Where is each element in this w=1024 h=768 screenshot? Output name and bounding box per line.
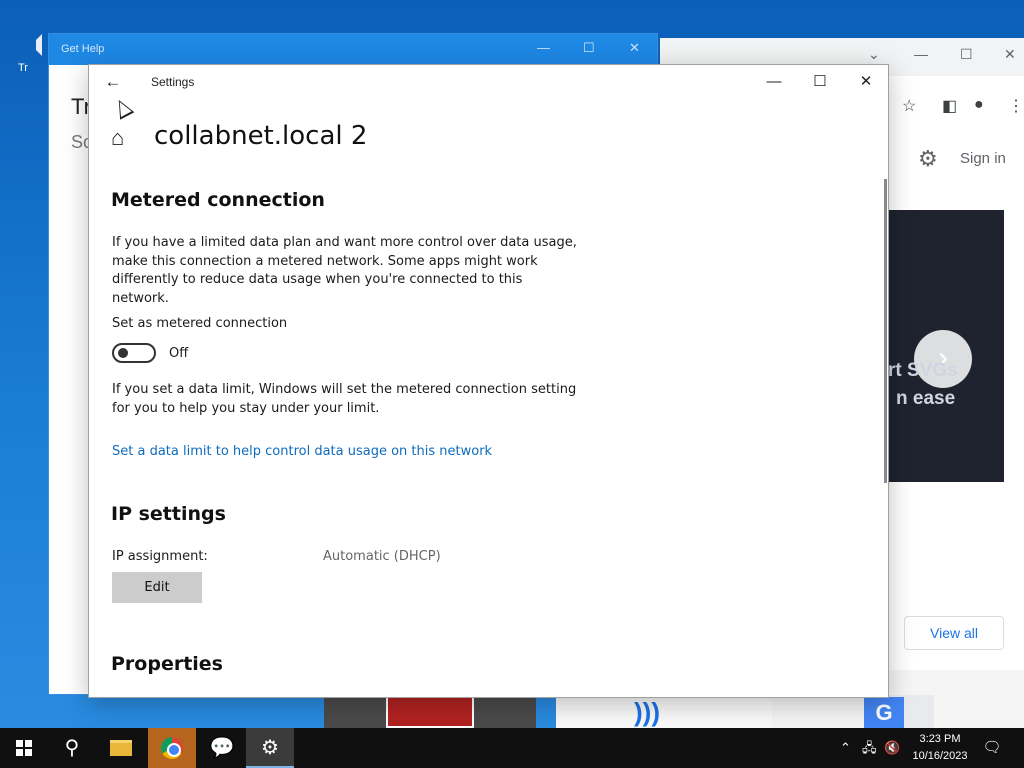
taskbar: ⚲ 💬 ⚙ ⌃ 🖧 🔇 3:23 PM 10/16/2023 🗨 [0,728,1024,768]
get-help-title: Get Help [61,43,105,55]
maximize-icon[interactable]: ☐ [960,46,973,63]
signal-waves-icon: ))) [634,697,660,727]
scrollbar[interactable] [884,179,887,483]
recycle-bin-icon [20,34,42,56]
toggle-knob [118,348,128,358]
home-icon[interactable]: ⌂ [111,125,124,151]
clock-time: 3:23 PM [919,733,961,745]
maximize-icon[interactable]: ☐ [583,40,595,56]
back-arrow-icon[interactable]: ← [99,71,127,93]
metered-toggle-label: Set as metered connection [112,316,288,331]
settings-taskbar-button[interactable]: ⚙ [246,728,294,768]
chevron-down-icon[interactable]: ⌄ [868,46,880,63]
start-button[interactable] [0,728,48,768]
gear-icon: ⚙ [261,737,279,759]
gear-icon[interactable]: ⚙ [918,146,938,172]
close-icon[interactable]: ✕ [1004,46,1016,63]
shield-icon [386,695,474,728]
show-hidden-icons-icon[interactable]: ⌃ [840,728,851,768]
metered-description: If you have a limited data plan and want… [112,235,577,306]
thumbnail-card: G [864,695,934,728]
clock-date: 10/16/2023 [912,750,968,762]
settings-window: ← Settings — ☐ ✕ ⌂ collabnet.local 2 Met… [88,64,889,698]
bookmark-star-icon[interactable]: ☆ [902,96,916,116]
maximize-icon[interactable]: ☐ [797,69,843,95]
set-data-limit-link[interactable]: Set a data limit to help control data us… [112,444,492,459]
close-icon[interactable]: ✕ [629,40,640,56]
more-menu-icon[interactable]: ⋮ [1008,96,1024,116]
folder-icon [110,740,132,756]
clock[interactable]: 3:23 PM 10/16/2023 [906,731,974,765]
ip-assignment-value: Automatic (DHCP) [323,549,441,564]
chrome-taskbar-button[interactable] [148,728,196,768]
get-help-taskbar-button[interactable]: 💬 [198,728,246,768]
page-title: collabnet.local 2 [154,121,368,151]
close-icon[interactable]: ✕ [843,69,889,95]
banner-line-2: n ease [896,388,956,409]
network-icon[interactable]: 🖧 [862,728,877,768]
promo-banner: › rt SVGs n ease [888,210,1004,482]
minimize-icon[interactable]: — [537,40,550,55]
google-logo-icon: G [864,697,904,728]
profile-avatar-icon[interactable]: ● [974,96,984,114]
data-limit-note: If you set a data limit, Windows will se… [112,382,577,416]
minimize-icon[interactable]: — [914,46,928,62]
file-explorer-button[interactable] [98,728,146,768]
ip-settings-heading: IP settings [111,503,226,525]
metered-connection-heading: Metered connection [111,189,325,211]
sign-in-link[interactable]: Sign in [960,150,1006,167]
ip-assignment-label: IP assignment: [112,549,208,564]
edit-ip-button[interactable]: Edit [112,572,202,603]
desktop-shortcut[interactable]: Tr [18,12,48,74]
minimize-icon[interactable]: — [751,69,797,95]
banner-line-1: rt SVGs [888,360,958,381]
chrome-icon [161,737,183,759]
view-all-button[interactable]: View all [904,616,1004,650]
settings-titlebar: ← Settings — ☐ ✕ [89,65,888,99]
search-icon[interactable]: ⚲ [48,728,96,768]
volume-muted-icon[interactable]: 🔇 [884,728,900,768]
get-help-titlebar: Get Help — ☐ ✕ [49,34,657,65]
notifications-icon[interactable]: 🗨 [980,728,1004,768]
metered-toggle-state: Off [169,346,189,361]
desktop-shortcut-label: Tr [18,62,28,74]
thumbnail-card: ))) [556,695,772,728]
windows-logo-icon [16,740,32,756]
help-chat-icon: 💬 [209,737,235,759]
settings-app-name: Settings [151,75,195,89]
side-panel-icon[interactable]: ◧ [942,96,957,116]
metered-toggle[interactable] [112,343,156,363]
properties-heading: Properties [111,653,223,675]
thumbnail-card [324,695,536,728]
